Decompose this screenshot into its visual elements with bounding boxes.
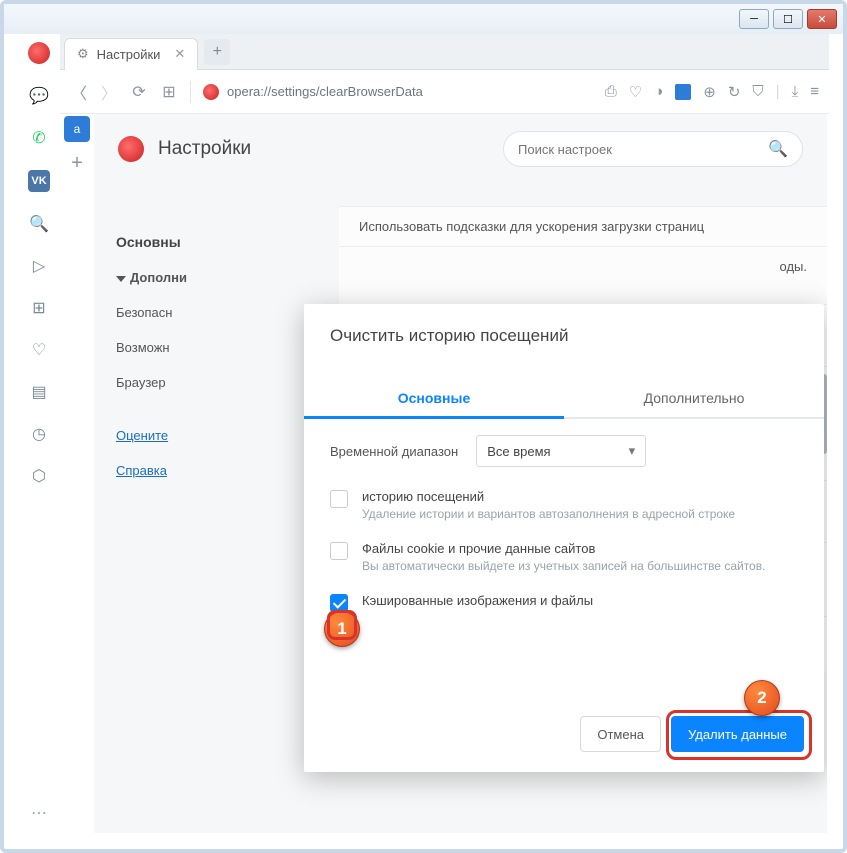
extensions-icon[interactable]: ⬡ [29, 466, 49, 486]
option-history[interactable]: историю посещений Удаление истории и вар… [330, 479, 798, 531]
opera-icon [203, 84, 219, 100]
checkbox-history[interactable] [330, 490, 348, 508]
window-minimize-button[interactable]: ─ [739, 9, 769, 29]
bookmark-icon[interactable]: ♡ [29, 340, 49, 360]
setting-row[interactable]: Использовать подсказки для ускорения заг… [339, 206, 827, 246]
url-text: opera://settings/clearBrowserData [227, 84, 423, 99]
workspace-rail: a + [60, 114, 94, 833]
shield-icon[interactable]: ⛉ [752, 83, 763, 100]
page-title: Настройки [158, 138, 251, 160]
back-button[interactable]: 〈 [70, 80, 88, 104]
time-range-label: Временной диапазон [330, 444, 458, 459]
nav-section-advanced[interactable]: Дополни [116, 260, 331, 295]
easy-setup-icon[interactable]: ≡ [810, 83, 819, 100]
new-tab-button[interactable]: + [204, 39, 230, 65]
clear-data-dialog: Очистить историю посещений Основные Допо… [304, 304, 824, 772]
downloads-icon[interactable]: ⤓ [792, 83, 799, 100]
send-icon[interactable]: ▷ [29, 256, 49, 276]
settings-search[interactable]: 🔍 [503, 131, 803, 167]
browser-tab-bar: ⚙ Настройки ✕ + [60, 34, 829, 70]
workspace-tile[interactable]: a [64, 116, 90, 142]
tab-basic[interactable]: Основные [304, 380, 564, 419]
chevron-down-icon: ▾ [629, 443, 636, 459]
address-bar: 〈 〉 ⟳ ⊞ opera://settings/clearBrowserDat… [60, 70, 829, 114]
whatsapp-icon[interactable]: ✆ [29, 128, 49, 148]
vpn-icon[interactable]: ◑ [654, 83, 663, 100]
option-cookies[interactable]: Файлы cookie и прочие данные сайтов Вы а… [330, 531, 798, 583]
tab-advanced[interactable]: Дополнительно [564, 380, 824, 419]
time-range-select[interactable]: Все время ▾ [476, 435, 646, 467]
window-maximize-button[interactable]: ☐ [773, 9, 803, 29]
settings-page: Настройки 🔍 Использовать подсказки для у… [94, 114, 827, 833]
add-workspace-button[interactable]: + [71, 152, 83, 175]
nav-section-basic[interactable]: Основны [116, 224, 331, 260]
window-titlebar: ─ ☐ ✕ [4, 4, 843, 34]
option-cache[interactable]: Кэшированные изображения и файлы 1 [330, 583, 798, 622]
toolbar-icons: ⎙ ♡ ◑ ⊕ ↻ ⛉ | ⤓ ≡ [605, 83, 819, 101]
checkbox-cookies[interactable] [330, 542, 348, 560]
sync-icon[interactable]: ↻ [728, 83, 741, 101]
reload-button[interactable]: ⟳ [130, 82, 148, 102]
annotation-badge-2: 2 [744, 680, 780, 716]
snapshot-icon[interactable]: ⎙ [605, 83, 617, 100]
opera-logo-icon [118, 136, 144, 162]
dialog-title: Очистить историю посещений [330, 326, 798, 346]
search-icon[interactable]: 🔍 [29, 214, 49, 234]
search-icon: 🔍 [768, 139, 788, 159]
nav-item-features[interactable]: Возможн [116, 330, 331, 365]
annotation-highlight-1 [327, 610, 357, 640]
speed-dial-button[interactable]: ⊞ [160, 82, 178, 102]
setting-row[interactable]: оды. [339, 246, 827, 304]
translate-icon[interactable] [675, 84, 691, 100]
settings-search-input[interactable] [518, 142, 768, 157]
cancel-button[interactable]: Отмена [580, 716, 661, 752]
gear-icon: ⚙ [77, 46, 89, 62]
tab-title: Настройки [97, 47, 161, 62]
url-field[interactable]: opera://settings/clearBrowserData [203, 84, 593, 100]
browser-tab[interactable]: ⚙ Настройки ✕ [64, 38, 198, 70]
news-icon[interactable]: ▤ [29, 382, 49, 402]
annotation-highlight-2 [666, 710, 812, 760]
settings-sidebar: Основны Дополни Безопасн Возможн Браузер… [94, 206, 339, 488]
nav-item-browser[interactable]: Браузер [116, 365, 331, 400]
forward-button[interactable]: 〉 [100, 80, 118, 104]
history-icon[interactable]: ◷ [29, 424, 49, 444]
bookmark-star-icon[interactable]: ♡ [629, 83, 642, 101]
browser-side-rail: 💬 ✆ VK 🔍 ▷ ⊞ ♡ ▤ ◷ ⬡ ⋯ [18, 34, 60, 833]
globe-icon[interactable]: ⊕ [703, 83, 716, 101]
more-icon[interactable]: ⋯ [18, 803, 60, 823]
vk-icon[interactable]: VK [28, 170, 50, 192]
close-tab-icon[interactable]: ✕ [174, 46, 185, 62]
nav-link-rate[interactable]: Оцените [116, 418, 331, 453]
speed-dial-icon[interactable]: ⊞ [29, 298, 49, 318]
nav-item-security[interactable]: Безопасн [116, 295, 331, 330]
nav-link-help[interactable]: Справка [116, 453, 331, 488]
window-close-button[interactable]: ✕ [807, 9, 837, 29]
